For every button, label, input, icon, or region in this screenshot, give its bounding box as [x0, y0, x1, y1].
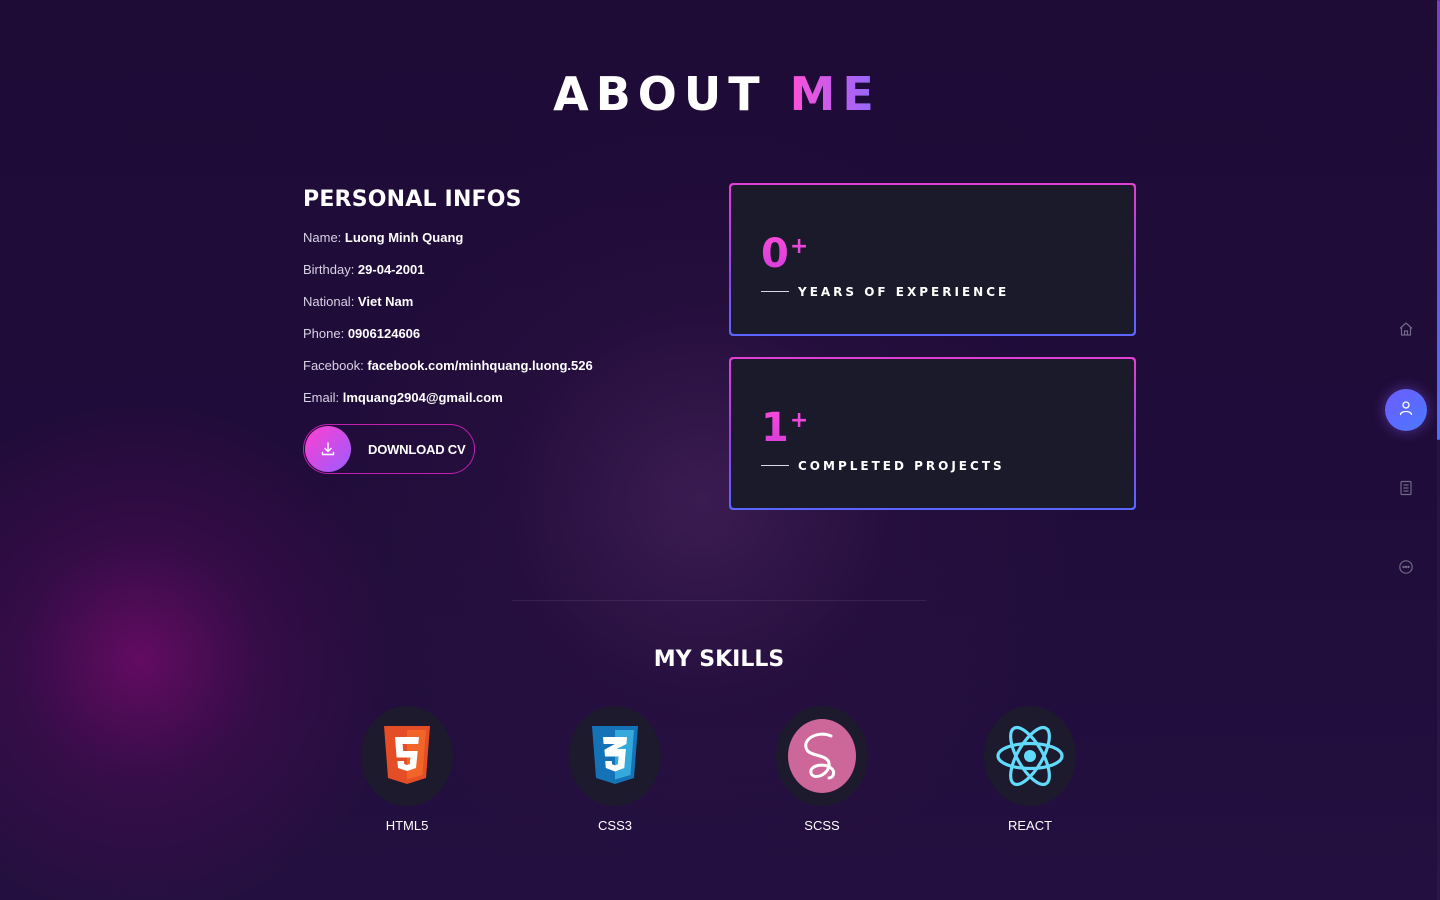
skill-react: REACT — [960, 706, 1100, 834]
info-label: Facebook: — [303, 358, 368, 373]
info-label: Phone: — [303, 326, 348, 341]
info-label: Email: — [303, 390, 343, 405]
info-value: facebook.com/minhquang.luong.526 — [367, 358, 593, 373]
user-icon — [1398, 400, 1414, 421]
info-value: 0906124606 — [347, 326, 421, 341]
info-value: Luong Minh Quang — [344, 230, 464, 245]
stat-label: COMPLETED PROJECTS — [798, 459, 1005, 473]
section-divider — [512, 600, 926, 601]
info-name: Name: Luong Minh Quang — [303, 230, 683, 246]
css3-logo-icon — [569, 706, 661, 806]
page-title: ABOUT ME — [0, 66, 1434, 122]
download-icon — [305, 426, 351, 472]
stat-plus: + — [789, 234, 809, 259]
info-label: National: — [303, 294, 358, 309]
info-label: Birthday: — [303, 262, 358, 277]
info-value: Viet Nam — [357, 294, 414, 309]
home-icon — [1398, 321, 1414, 342]
info-label: Name: — [303, 230, 345, 245]
stat-value: 1 — [761, 405, 789, 451]
nav-about-button[interactable] — [1385, 389, 1427, 431]
stat-label: YEARS OF EXPERIENCE — [798, 285, 1010, 299]
skill-label: CSS3 — [598, 818, 632, 833]
stat-divider-line — [761, 465, 789, 466]
title-accent: ME — [789, 67, 881, 121]
stat-divider-line — [761, 291, 789, 292]
react-logo-icon — [984, 706, 1076, 806]
nav-contact-button[interactable] — [1386, 549, 1426, 589]
skill-label: SCSS — [804, 818, 840, 833]
sass-logo-icon — [776, 706, 868, 806]
info-email: Email: lmquang2904@gmail.com — [303, 390, 683, 406]
info-value: 29-04-2001 — [357, 262, 425, 277]
download-cv-button[interactable]: DOWNLOAD CV — [303, 424, 475, 474]
skills-heading: MY SKILLS — [653, 647, 785, 672]
chat-icon — [1398, 559, 1414, 580]
stat-value: 0 — [761, 231, 789, 277]
stat-number: 1+ — [761, 397, 808, 452]
stat-plus: + — [789, 408, 809, 433]
nav-home-button[interactable] — [1386, 311, 1426, 351]
stat-number: 0+ — [761, 223, 808, 278]
side-nav — [1385, 0, 1427, 900]
info-value: lmquang2904@gmail.com — [342, 390, 503, 405]
skill-html5: HTML5 — [337, 706, 477, 834]
title-main: ABOUT — [553, 67, 790, 121]
document-icon — [1398, 480, 1414, 501]
skill-label: HTML5 — [385, 818, 429, 833]
skill-label: REACT — [1007, 818, 1053, 833]
info-facebook: Facebook: facebook.com/minhquang.luong.5… — [303, 358, 683, 374]
skill-css3: CSS3 — [545, 706, 685, 834]
info-phone: Phone: 0906124606 — [303, 326, 683, 342]
personal-infos-heading: PERSONAL INFOS — [303, 187, 522, 212]
info-national: National: Viet Nam — [303, 294, 683, 310]
html5-logo-icon — [361, 706, 453, 806]
download-cv-label: DOWNLOAD CV — [368, 441, 466, 457]
nav-resume-button[interactable] — [1386, 470, 1426, 510]
stat-card-projects: 1+ COMPLETED PROJECTS — [729, 357, 1136, 510]
skill-scss: SCSS — [752, 706, 892, 834]
info-birthday: Birthday: 29-04-2001 — [303, 262, 683, 278]
stat-card-experience: 0+ YEARS OF EXPERIENCE — [729, 183, 1136, 336]
personal-infos: PERSONAL INFOS Name: Luong Minh Quang Bi… — [303, 186, 683, 474]
